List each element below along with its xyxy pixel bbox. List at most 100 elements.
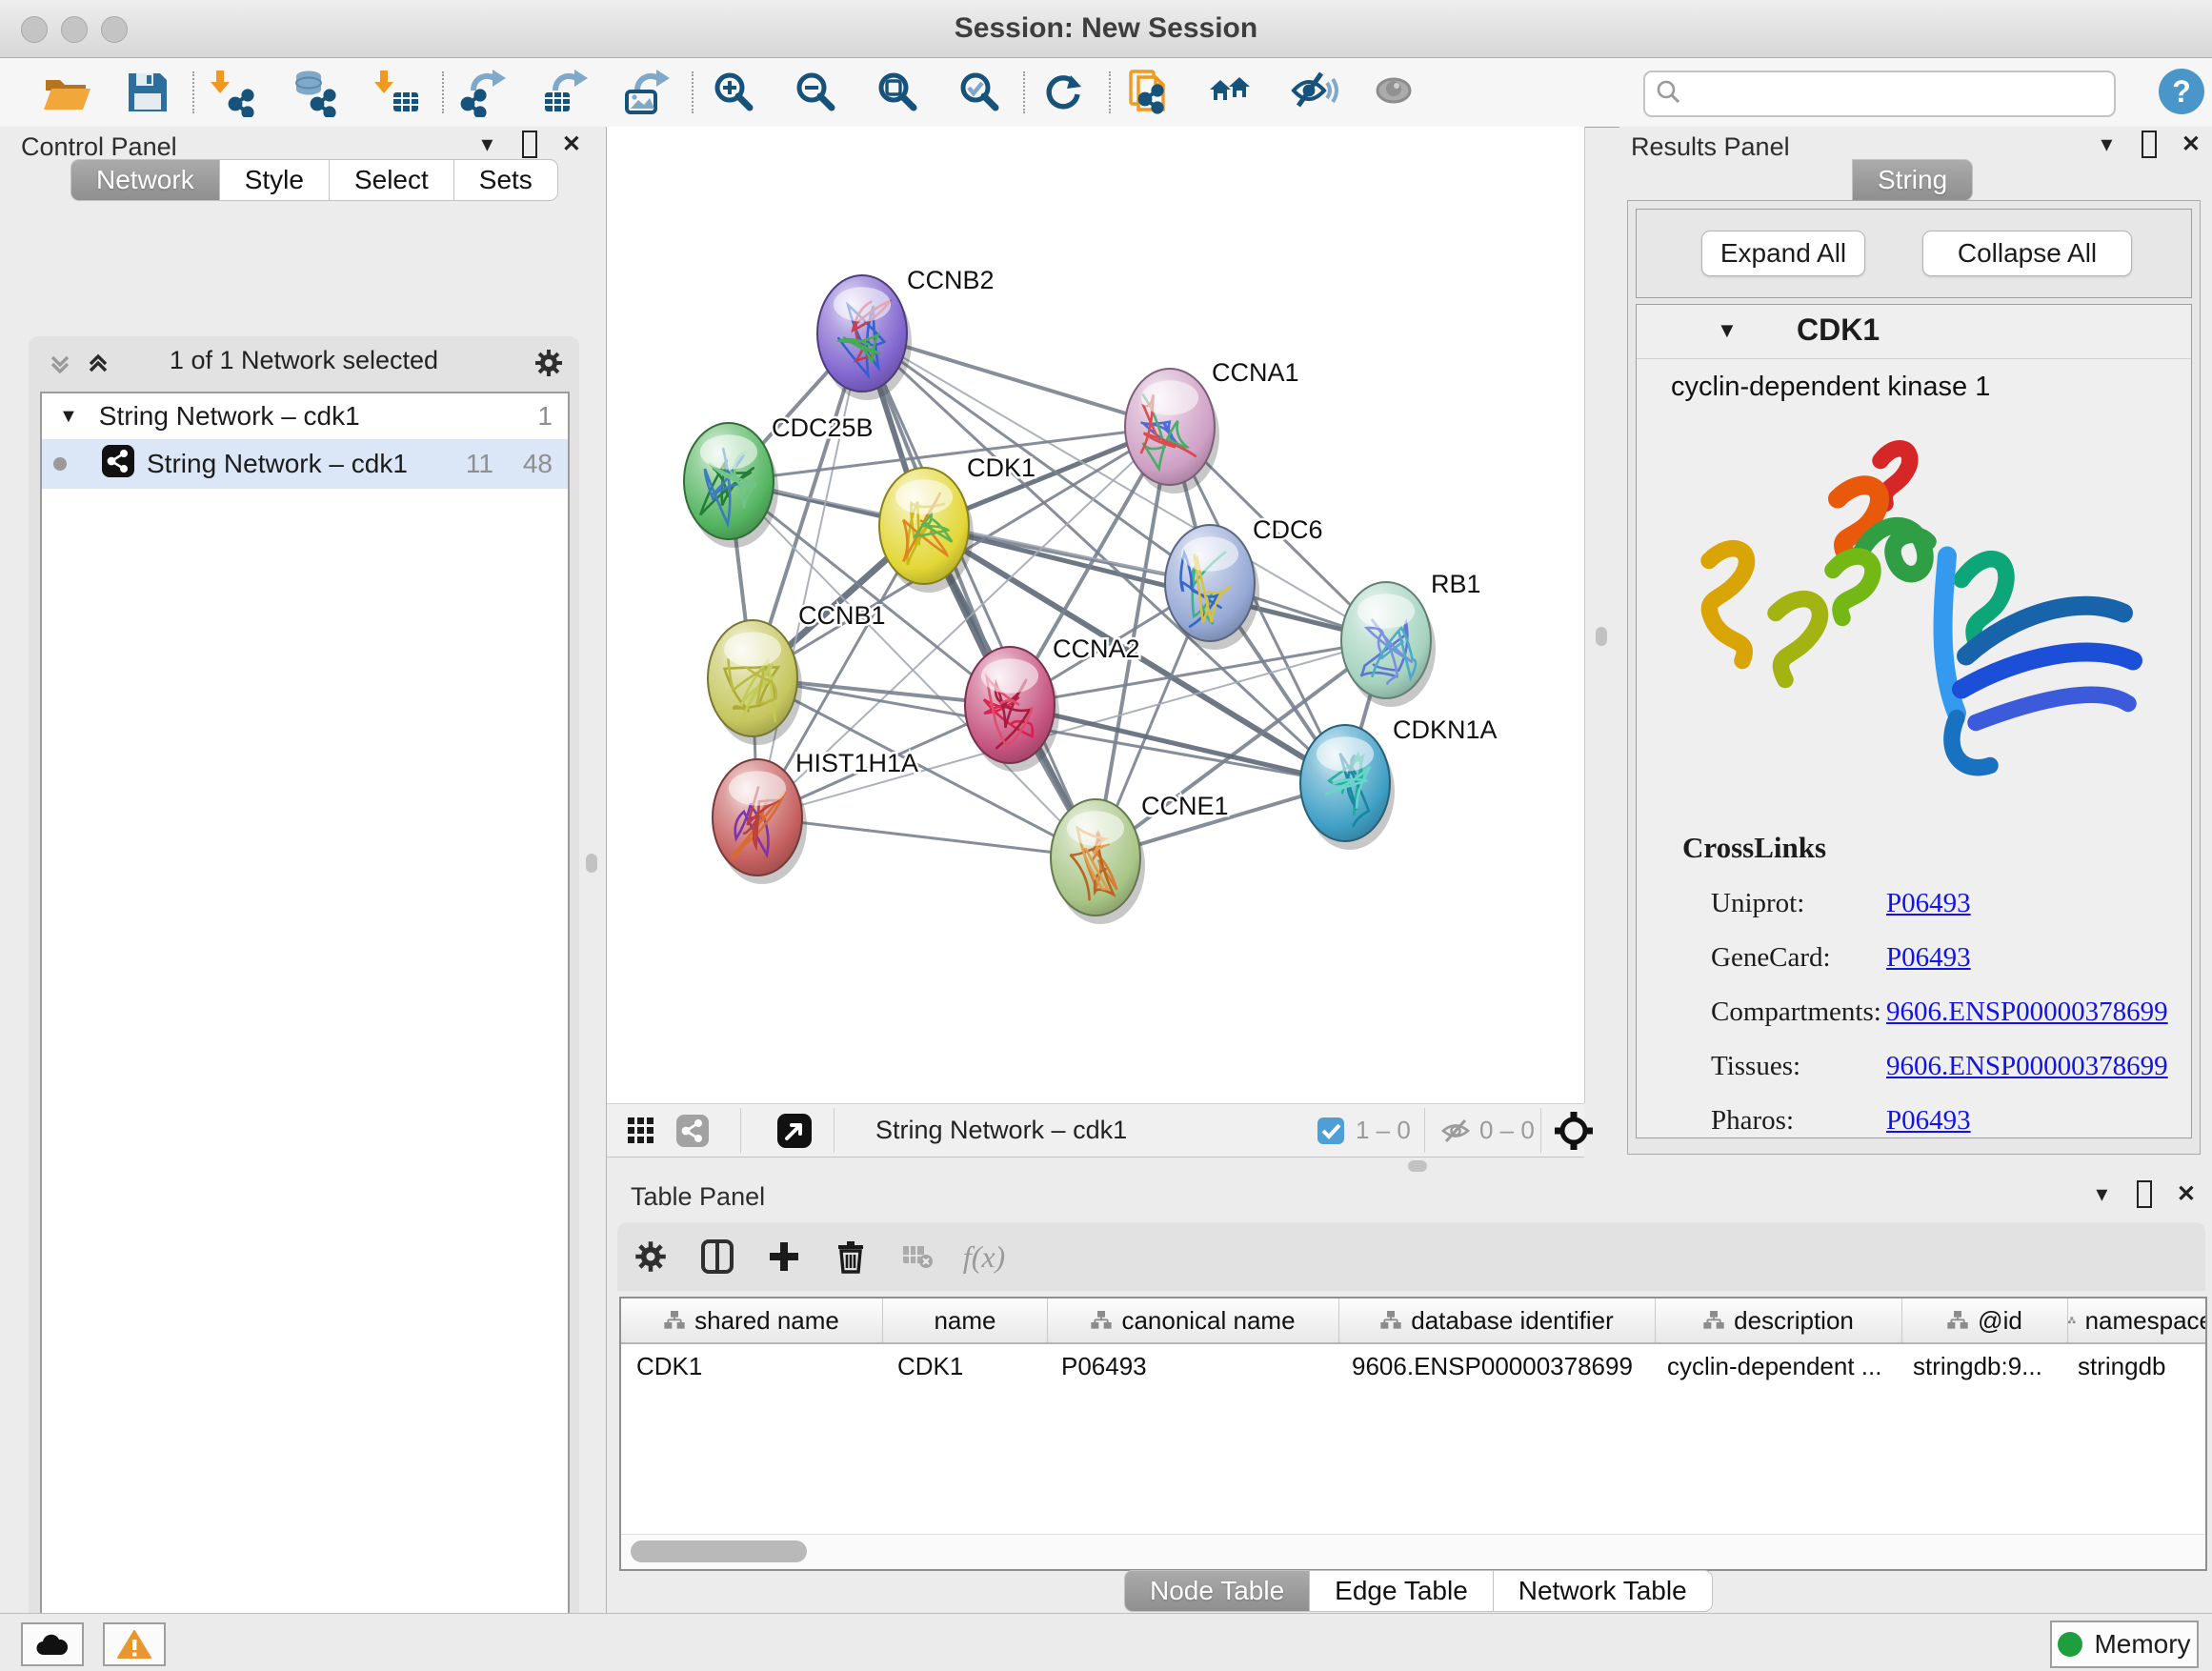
search-input[interactable]: [1691, 76, 2114, 112]
help-button[interactable]: ?: [2159, 69, 2204, 114]
cell-canonical-name[interactable]: P06493: [1046, 1344, 1337, 1388]
network-style-icon[interactable]: [675, 1114, 710, 1153]
zoom-selected-button[interactable]: [953, 67, 1004, 118]
search-field[interactable]: [1643, 70, 2116, 117]
warning-icon: [117, 1629, 151, 1660]
table-horizontal-scrollbar[interactable]: [621, 1534, 2205, 1569]
tab-network-table[interactable]: Network Table: [1494, 1570, 1713, 1612]
column-header-namespace[interactable]: namespace: [2068, 1299, 2207, 1342]
float-panel-icon[interactable]: [2137, 1180, 2152, 1208]
node-HIST1H1A[interactable]: [713, 759, 807, 884]
node-CDKN1A[interactable]: [1300, 725, 1395, 850]
tab-style[interactable]: Style: [220, 159, 330, 201]
node-CDC6[interactable]: [1165, 525, 1259, 650]
node-CCNB2[interactable]: [817, 275, 912, 400]
collapse-panel-icon[interactable]: ▾: [2101, 131, 2112, 157]
column-header-description[interactable]: description: [1656, 1299, 1902, 1342]
crosslink-link-pharos-[interactable]: P06493: [1886, 1105, 1971, 1137]
crosslink-link-genecard-[interactable]: P06493: [1886, 942, 1971, 974]
refresh-button[interactable]: [1038, 67, 1090, 118]
cloud-icon: [34, 1632, 70, 1657]
cell-shared-name[interactable]: CDK1: [621, 1344, 882, 1388]
zoom-in-button[interactable]: [707, 67, 758, 118]
export-image-button[interactable]: [621, 67, 673, 118]
table-row[interactable]: CDK1CDK1P064939606.ENSP00000378699cyclin…: [621, 1344, 2205, 1388]
close-panel-icon[interactable]: ✕: [2182, 131, 2201, 157]
grid-view-icon[interactable]: [626, 1116, 656, 1151]
import-network-file-button[interactable]: [208, 67, 259, 118]
first-neighbors-button[interactable]: [1206, 67, 1257, 118]
zoom-fit-button[interactable]: [871, 67, 922, 118]
tab-network[interactable]: Network: [70, 159, 220, 201]
right-splitter-handle[interactable]: [1596, 627, 1607, 646]
show-all-button[interactable]: [1370, 67, 1421, 118]
protein-collapse-icon[interactable]: ▼: [1717, 318, 1738, 343]
tab-node-table[interactable]: Node Table: [1124, 1570, 1310, 1612]
cell-description[interactable]: cyclin-dependent ...: [1652, 1344, 1898, 1388]
save-session-button[interactable]: [122, 67, 173, 118]
warning-button[interactable]: [103, 1622, 166, 1666]
add-column-icon[interactable]: [751, 1240, 817, 1273]
crosslink-link-tissues-[interactable]: 9606.ENSP00000378699: [1886, 1051, 2168, 1082]
hide-selected-button[interactable]: [1288, 67, 1339, 118]
expand-all-button[interactable]: Expand All: [1701, 231, 1865, 276]
left-splitter-handle[interactable]: [586, 854, 597, 873]
open-session-button[interactable]: [40, 67, 91, 118]
table-settings-gear-icon[interactable]: [617, 1239, 684, 1274]
network-view[interactable]: CCNB2CCNA1CDC25BCDK1CDC6RB1CCNB1CCNA2CDK…: [607, 127, 1585, 1103]
column-header--id[interactable]: @id: [1902, 1299, 2068, 1342]
show-columns-icon[interactable]: [684, 1239, 751, 1274]
zoom-out-button[interactable]: [789, 67, 840, 118]
close-panel-icon[interactable]: ✕: [562, 131, 581, 157]
share-document-button[interactable]: [1124, 67, 1176, 118]
import-table-file-icon: [372, 68, 422, 117]
protein-card-header[interactable]: ▼ CDK1: [1637, 305, 2191, 359]
node-CCNA1[interactable]: [1125, 369, 1219, 493]
crosslink-link-compartments-[interactable]: 9606.ENSP00000378699: [1886, 997, 2168, 1028]
node-RB1[interactable]: [1341, 582, 1436, 707]
cell-namespace[interactable]: stringdb: [2062, 1344, 2207, 1388]
import-table-file-button[interactable]: [372, 67, 423, 118]
cell--id[interactable]: stringdb:9...: [1898, 1344, 2062, 1388]
toolbar-separator: [692, 71, 694, 113]
scrollbar-thumb[interactable]: [631, 1540, 807, 1562]
export-network-button[interactable]: [457, 67, 509, 118]
network-collection-row[interactable]: ▼ String Network – cdk1 1: [42, 393, 568, 439]
edge-CCNA2-CDKN1A[interactable]: [1010, 705, 1345, 783]
string-results-container: Expand All Collapse All ▼ CDK1 cyclin-de…: [1627, 200, 2201, 1155]
node-CCNA2[interactable]: [965, 647, 1059, 772]
column-header-database-identifier[interactable]: database identifier: [1339, 1299, 1656, 1342]
crosslink-link-uniprot-[interactable]: P06493: [1886, 888, 1971, 919]
string-network-icon: [101, 444, 135, 485]
collapse-panel-icon[interactable]: ▾: [2096, 1181, 2107, 1207]
network-row[interactable]: String Network – cdk1 11 48: [42, 439, 568, 489]
export-table-button[interactable]: [539, 67, 591, 118]
tab-string[interactable]: String: [1852, 159, 1973, 201]
memory-button[interactable]: Memory: [2050, 1621, 2199, 1668]
tab-select[interactable]: Select: [330, 159, 454, 201]
tab-edge-table[interactable]: Edge Table: [1310, 1570, 1494, 1612]
collapse-panel-icon[interactable]: ▾: [481, 131, 493, 157]
float-panel-icon[interactable]: [2142, 131, 2157, 158]
tab-sets[interactable]: Sets: [454, 159, 558, 201]
edge-HIST1H1A-CCNE1[interactable]: [757, 817, 1096, 857]
cloud-button[interactable]: [21, 1622, 84, 1666]
delete-column-trash-icon[interactable]: [817, 1239, 884, 1274]
node-CCNE1[interactable]: [1051, 799, 1145, 924]
column-header-name[interactable]: name: [883, 1299, 1048, 1342]
node-CCNB1[interactable]: [708, 620, 802, 745]
cell-name[interactable]: CDK1: [882, 1344, 1046, 1388]
float-panel-icon[interactable]: [522, 131, 537, 158]
import-network-database-button[interactable]: [290, 67, 341, 118]
cell-database-identifier[interactable]: 9606.ENSP00000378699: [1337, 1344, 1652, 1388]
fit-selected-crosshair-icon[interactable]: [1554, 1111, 1594, 1156]
collapse-all-button[interactable]: Collapse All: [1922, 231, 2132, 276]
node-CDK1[interactable]: [879, 468, 974, 593]
column-header-shared-name[interactable]: shared name: [621, 1299, 883, 1342]
birdseye-view-icon[interactable]: [776, 1113, 813, 1154]
column-header-canonical-name[interactable]: canonical name: [1048, 1299, 1339, 1342]
network-options-gear-icon[interactable]: [533, 348, 564, 385]
collection-expand-icon[interactable]: ▼: [59, 406, 78, 428]
close-panel-icon[interactable]: ✕: [2177, 1181, 2196, 1207]
bottom-splitter-handle[interactable]: [1408, 1160, 1427, 1172]
